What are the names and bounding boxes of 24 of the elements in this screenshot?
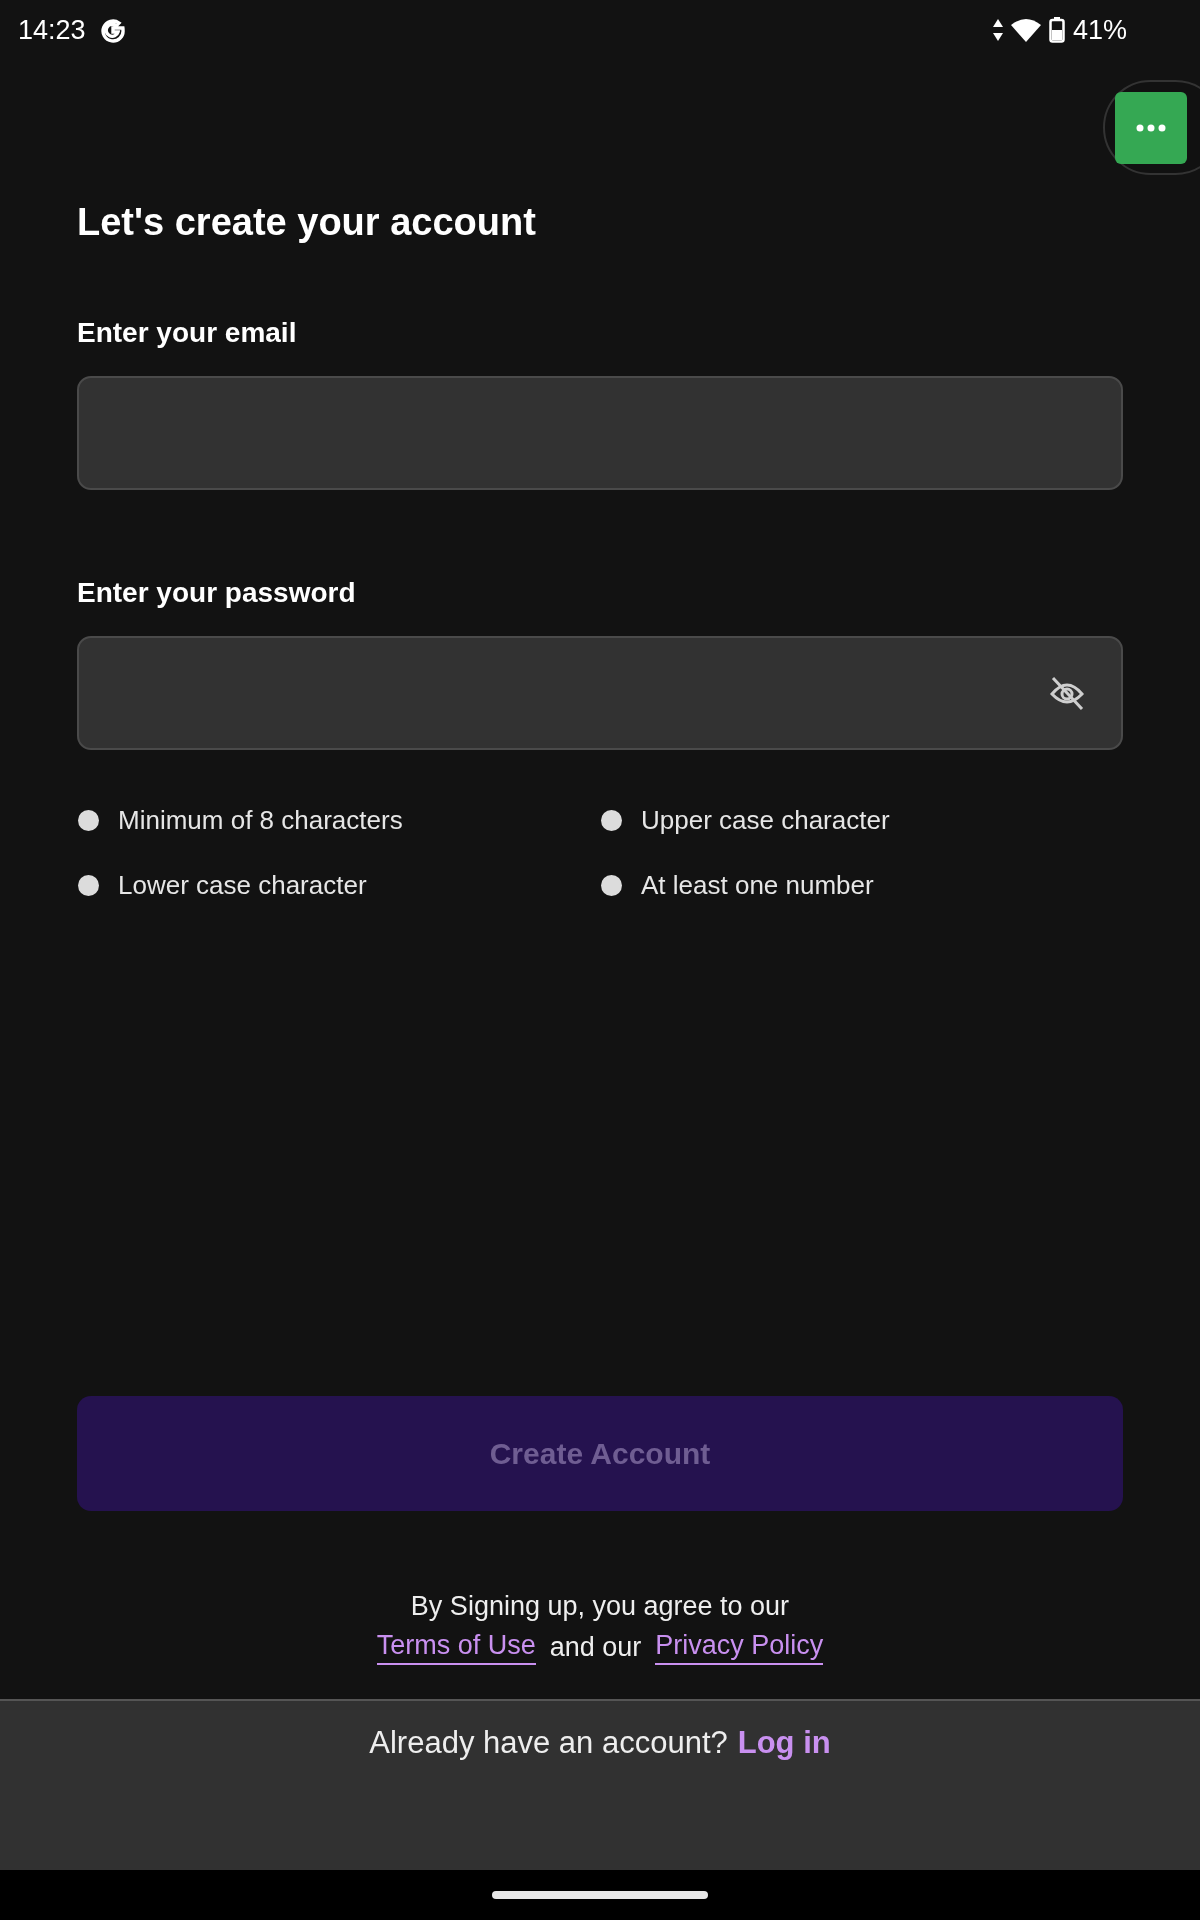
requirement-text: Minimum of 8 characters bbox=[118, 804, 403, 836]
data-arrows-icon bbox=[992, 19, 1003, 41]
more-button[interactable] bbox=[1115, 91, 1187, 164]
more-icon bbox=[1136, 123, 1166, 132]
terms-link[interactable]: Terms of Use bbox=[376, 1630, 536, 1665]
page-title: Let's create your account bbox=[77, 200, 537, 245]
email-field[interactable] bbox=[77, 376, 1123, 490]
email-label: Enter your email bbox=[77, 316, 298, 350]
terms-text: By Signing up, you agree to our bbox=[410, 1591, 790, 1622]
requirement-text: Lower case character bbox=[118, 869, 367, 901]
requirement-text: Upper case character bbox=[641, 804, 890, 836]
battery-percent: 41% bbox=[1072, 14, 1127, 46]
g-logo-icon bbox=[99, 17, 126, 43]
privacy-link[interactable]: Privacy Policy bbox=[655, 1630, 824, 1665]
password-field[interactable] bbox=[77, 636, 1123, 750]
footer-text: Already have an account? bbox=[369, 1725, 728, 1762]
requirement-text: At least one number bbox=[641, 869, 874, 901]
home-handle[interactable] bbox=[492, 1891, 708, 1899]
login-link[interactable]: Log in bbox=[737, 1725, 831, 1870]
wifi-icon bbox=[1010, 18, 1041, 42]
status-time: 14:23 bbox=[18, 14, 86, 46]
terms-joiner: and our bbox=[549, 1632, 642, 1663]
battery-icon bbox=[1048, 17, 1065, 43]
password-label: Enter your password bbox=[77, 576, 357, 610]
